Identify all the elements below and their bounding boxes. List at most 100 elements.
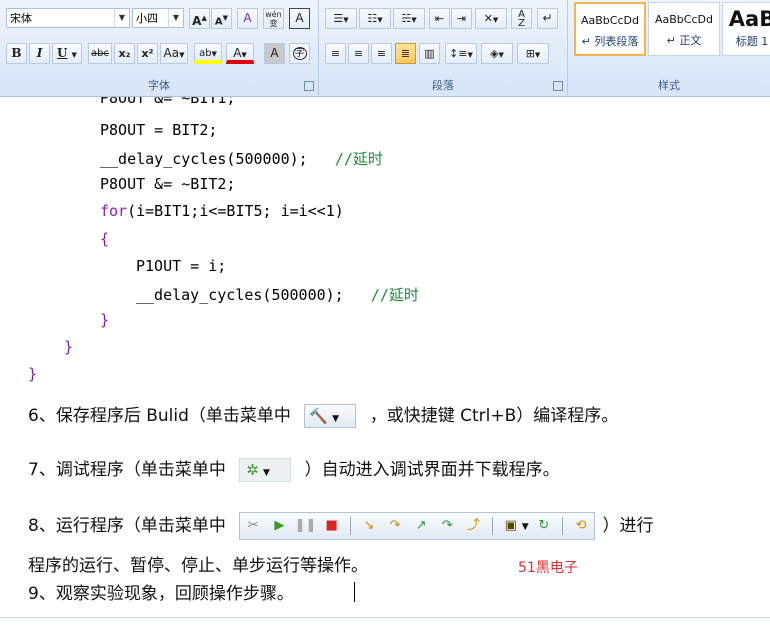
underline-button[interactable]: U ▼ (52, 43, 82, 64)
step-into-icon[interactable]: ↘ (358, 513, 380, 539)
code-line: } (100, 311, 110, 329)
style-sample: AaBbCcDd (581, 14, 639, 27)
line-spacing-button[interactable]: ↕≡▼ (445, 43, 477, 64)
chevron-down-icon: ▼ (262, 468, 270, 478)
grow-font-button[interactable]: A▲ (189, 8, 210, 29)
highlight-button[interactable]: ab▼ (194, 43, 222, 64)
chevron-down-icon[interactable]: ▼ (499, 51, 504, 59)
suspend-icon[interactable]: ❚❚ (295, 513, 317, 539)
hammer-icon: 🔨 (309, 407, 328, 425)
phonetic-label: wén (265, 10, 282, 19)
code-line: } (64, 338, 74, 356)
chevron-down-icon[interactable]: ▼ (168, 9, 183, 27)
step-7-text-b: ）自动进入调试界面并下载程序。 (304, 460, 560, 480)
font-name-combo[interactable]: 宋体 ▼ (6, 8, 130, 28)
chevron-down-icon[interactable]: ▼ (535, 51, 540, 59)
resume-icon[interactable]: ▶ (268, 513, 290, 539)
phonetic-guide-button[interactable]: wén 变 (263, 8, 284, 29)
paragraph-group-label: 段落 (432, 79, 454, 92)
bold-button[interactable]: B (6, 43, 27, 64)
chip-icon[interactable]: ▣ (500, 513, 522, 539)
document-page[interactable]: P8OUT &= ~BIT1; P8OUT = BIT2; __delay_cy… (0, 97, 770, 627)
chevron-down-icon[interactable]: ▼ (522, 522, 529, 532)
chevron-down-icon[interactable]: ▼ (212, 50, 217, 58)
debug-toolbar-button[interactable]: ✲ ▼ (239, 458, 292, 482)
style-name: ↵ 正文 (666, 34, 702, 47)
style-name: ↵ 列表段落 (581, 35, 639, 48)
clear-format-label: A (243, 11, 252, 25)
multilevel-list-button[interactable]: ☵▼ (393, 8, 425, 29)
debug-bug-icon: ✲ (246, 461, 259, 479)
page-bottom-line (0, 617, 770, 618)
chevron-down-icon[interactable]: ▼ (411, 16, 416, 24)
build-toolbar-button[interactable]: 🔨 ▼ (304, 404, 357, 428)
code-comment: //延时 (370, 286, 419, 304)
step-return-icon[interactable]: ↗ (410, 513, 432, 539)
strikethrough-label: abc (91, 48, 109, 59)
borders-button[interactable]: ⊞▼ (517, 43, 549, 64)
numbering-button[interactable]: ☷▼ (359, 8, 391, 29)
code-text: __delay_cycles(500000); (136, 286, 344, 304)
align-center-button[interactable]: ≡ (348, 43, 369, 64)
chevron-down-icon[interactable]: ▼ (468, 51, 473, 59)
styles-group: AaBbCcDd ↵ 列表段落 AaBbCcDd ↵ 正文 AaB 标题 1 样… (568, 0, 770, 96)
code-text: __delay_cycles(500000); (100, 150, 308, 168)
step-over-icon[interactable]: ↷ (384, 513, 406, 539)
enclose-char-label: 字 (292, 47, 307, 60)
subscript-button[interactable]: x₂ (114, 43, 135, 64)
step-6-text-b: ，或快捷键 Ctrl+B）编译程序。 (369, 406, 619, 426)
justify-button[interactable]: ≣ (395, 43, 416, 64)
chevron-down-icon[interactable]: ▼ (71, 45, 76, 64)
style-normal[interactable]: AaBbCcDd ↵ 正文 (648, 2, 720, 56)
char-shading-button[interactable]: A (264, 43, 285, 64)
underline-label: U (57, 46, 68, 60)
run-to-line-icon[interactable]: ⤴ (463, 513, 485, 539)
enclose-char-button[interactable]: 字 (289, 43, 310, 64)
align-right-button[interactable]: ≡ (371, 43, 392, 64)
watermark-text: 51黑电子 (518, 560, 578, 576)
chevron-down-icon[interactable]: ▼ (241, 51, 246, 59)
step-8-text-b: ）进行 (602, 516, 654, 536)
chevron-down-icon[interactable]: ▼ (179, 51, 184, 59)
font-size-combo[interactable]: 小四 ▼ (132, 8, 184, 28)
strikethrough-button[interactable]: abc (88, 43, 112, 64)
font-color-button[interactable]: A▼ (226, 43, 254, 64)
reset-icon[interactable]: ↻ (533, 513, 555, 539)
decrease-indent-button[interactable]: ⇤ (429, 8, 450, 29)
increase-indent-button[interactable]: ⇥ (451, 8, 472, 29)
chevron-down-icon[interactable]: ▼ (343, 16, 348, 24)
style-heading-1[interactable]: AaB 标题 1 (722, 2, 770, 56)
clear-format-button[interactable]: A (237, 8, 258, 29)
show-marks-button[interactable]: ↵ (537, 8, 558, 29)
restart-icon[interactable]: ⟲ (570, 513, 592, 539)
terminate-icon[interactable]: ■ (321, 513, 343, 539)
shrink-font-button[interactable]: A▼ (211, 8, 232, 29)
bullets-button[interactable]: ☰▼ (325, 8, 357, 29)
font-dialog-launcher-icon[interactable] (304, 81, 314, 91)
align-left-button[interactable]: ≡ (325, 43, 346, 64)
shrink-font-label: A (214, 16, 223, 28)
paragraph-dialog-launcher-icon[interactable] (553, 81, 563, 91)
superscript-button[interactable]: x² (137, 43, 158, 64)
shading-button[interactable]: ◈▼ (481, 43, 513, 64)
disconnect-icon[interactable]: ✂ (242, 513, 264, 539)
step-over-green-icon[interactable]: ↷ (436, 513, 458, 539)
italic-button[interactable]: I (29, 43, 50, 64)
char-shading-label: A (270, 46, 279, 60)
font-size-value: 小四 (136, 12, 158, 25)
char-border-button[interactable]: A (289, 8, 310, 29)
style-sample: AaBbCcDd (655, 13, 713, 26)
char-border-label: A (295, 11, 304, 25)
chevron-down-icon[interactable]: ▼ (114, 9, 129, 27)
paragraph-group: ☰▼ ☷▼ ☵▼ ⇤ ⇥ ✕▼ AZ ↵ ≡ ≡ ≡ ≣ ▥ ↕≡▼ ◈▼ ⊞▼… (319, 0, 568, 96)
distributed-button[interactable]: ▥ (419, 43, 440, 64)
chevron-down-icon[interactable]: ▼ (377, 16, 382, 24)
change-case-button[interactable]: Aa▼ (160, 43, 188, 64)
chevron-down-icon[interactable]: ▼ (493, 16, 498, 24)
subscript-label: x₂ (118, 47, 131, 60)
step-8-continuation: 程序的运行、暂停、停止、单步运行等操作。 (28, 556, 368, 576)
chinese-layout-button[interactable]: ✕▼ (475, 8, 507, 29)
sort-button[interactable]: AZ (511, 8, 532, 29)
style-list-paragraph[interactable]: AaBbCcDd ↵ 列表段落 (574, 2, 646, 56)
step-8-paragraph: 8、运行程序（单击菜单中 ✂ ▶ ❚❚ ■ ↘ ↷ ↗ ↷ ⤴ ▣ ▼ ↻ ⟲ ）… (28, 511, 654, 540)
